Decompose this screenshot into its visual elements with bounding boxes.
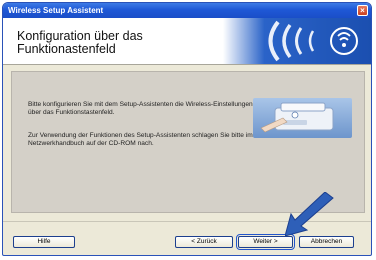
banner-divider bbox=[3, 64, 371, 65]
device-image bbox=[253, 98, 352, 138]
close-button[interactable]: × bbox=[357, 5, 368, 16]
help-button[interactable]: Hilfe bbox=[13, 236, 75, 248]
pointer-arrow-icon bbox=[285, 192, 334, 237]
title-bar[interactable]: Wireless Setup Assistent × bbox=[3, 3, 371, 18]
wireless-logo bbox=[223, 18, 371, 64]
page-title: Konfiguration über das Funktionastenfeld bbox=[17, 30, 143, 56]
window-title: Wireless Setup Assistent bbox=[8, 6, 104, 15]
back-button[interactable]: < Zurück bbox=[175, 236, 233, 248]
printer-device-icon bbox=[260, 102, 334, 133]
header-banner: Konfiguration über das Funktionastenfeld bbox=[3, 18, 371, 64]
setup-window: Wireless Setup Assistent × Konfiguration… bbox=[2, 2, 372, 256]
instruction-text: Bitte konfigurieren Sie mit dem Setup-As… bbox=[28, 101, 253, 116]
wireless-signal-icon bbox=[268, 20, 358, 62]
page-title-line2: Funktionastenfeld bbox=[17, 42, 116, 56]
reference-text: Zur Verwendung der Funktionen des Setup-… bbox=[28, 132, 253, 147]
